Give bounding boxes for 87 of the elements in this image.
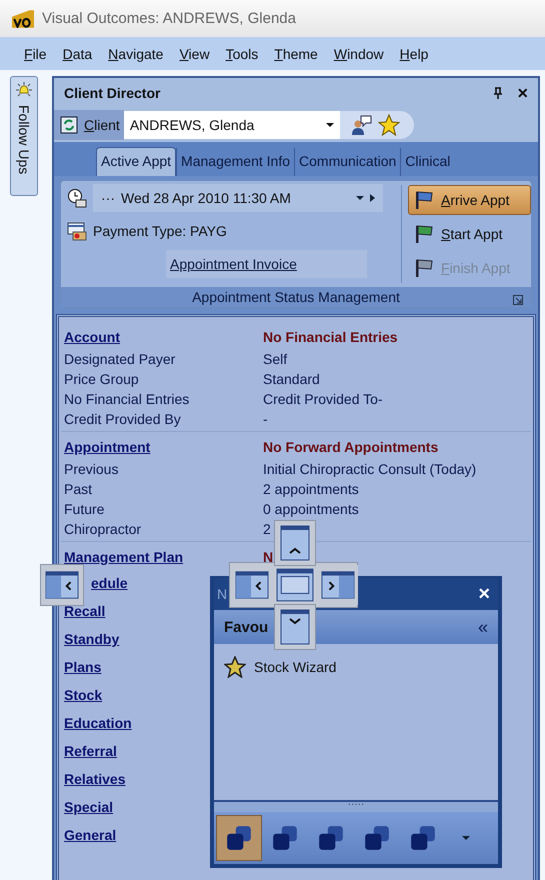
next-arrow-icon[interactable] — [370, 194, 375, 202]
menu-item[interactable]: File — [20, 46, 59, 62]
menu-item[interactable]: Data — [58, 46, 104, 62]
field-value: Initial Chiropractic Consult (Today) — [263, 461, 476, 477]
field-label: Previous — [64, 461, 118, 477]
field-value: 2 — [263, 521, 271, 537]
clock-icon — [67, 188, 87, 208]
splitter-grip[interactable]: ····· — [214, 800, 498, 812]
stacked-squares-icon — [271, 824, 299, 852]
panel-title: Client Director — [64, 85, 162, 101]
tab[interactable]: Management Info — [176, 148, 294, 176]
dock-right-button[interactable] — [318, 565, 358, 605]
section-link[interactable]: Standby — [64, 631, 120, 647]
follow-ups-tab[interactable]: Follow Ups — [10, 76, 38, 196]
menu-item[interactable]: View — [175, 46, 222, 62]
menu-item[interactable]: Navigate — [104, 46, 176, 62]
section-link[interactable]: Recall — [64, 603, 106, 619]
menu-item[interactable]: Tools — [222, 46, 270, 62]
section-link[interactable]: Account — [64, 329, 120, 345]
menu-item[interactable]: Window — [330, 46, 396, 62]
caret-icon[interactable] — [462, 836, 470, 840]
payment-type: Payment Type: PAYG — [93, 222, 227, 238]
section-link[interactable]: Special — [64, 799, 114, 815]
follow-ups-label: Follow Ups — [16, 105, 32, 174]
collapse-button[interactable]: « — [478, 616, 488, 638]
dialog-launcher-icon[interactable] — [513, 295, 523, 305]
stacked-squares-icon — [225, 824, 253, 852]
section-link[interactable]: Plans — [64, 659, 102, 675]
client-label: Client — [84, 117, 120, 133]
pin-icon[interactable] — [493, 87, 504, 99]
payment-card-icon — [67, 220, 87, 240]
star-icon[interactable] — [378, 114, 400, 136]
bell-icon — [15, 81, 33, 99]
field-label: Price Group — [64, 371, 139, 387]
tab[interactable]: Active Appt — [96, 147, 176, 176]
menu-item[interactable]: Theme — [270, 46, 330, 62]
caret-icon — [326, 123, 334, 127]
field-label: Future — [64, 501, 104, 517]
field-label: Designated Payer — [64, 351, 176, 367]
section-link[interactable]: Stock — [64, 687, 102, 703]
date-picker[interactable]: ··· Wed 28 Apr 2010 11:30 AM — [93, 184, 383, 212]
favourites-title: Favou — [224, 618, 270, 636]
section-link[interactable]: Management Plan — [64, 549, 184, 565]
field-value: 2 appointments — [263, 481, 359, 497]
field-label: Past — [64, 481, 92, 497]
star-icon — [224, 656, 246, 678]
menu-item[interactable]: Help — [396, 46, 440, 62]
stacked-squares-icon — [409, 824, 437, 852]
field-label: Credit Provided By — [64, 411, 181, 427]
action-button[interactable]: Arrive Appt — [408, 185, 531, 215]
section-link[interactable]: Referral — [64, 743, 117, 759]
close-button[interactable]: × — [517, 82, 528, 104]
group-label: Appointment Status Management — [192, 289, 400, 305]
section-link[interactable]: edule — [91, 575, 128, 591]
section-status: No Financial Entries — [263, 329, 398, 345]
dock-bottom-button[interactable] — [274, 604, 316, 650]
person-chat-icon[interactable] — [350, 114, 372, 136]
field-label: No Financial Entries — [64, 391, 190, 407]
section-status: No Forward Appointments — [263, 439, 438, 455]
invoice-link[interactable]: Appointment Invoice — [166, 250, 367, 278]
client-combo[interactable]: ANDREWS, Glenda — [124, 111, 340, 139]
field-value: - — [263, 411, 268, 427]
tab[interactable]: Clinical — [400, 148, 454, 176]
tab[interactable]: Communication — [294, 148, 400, 176]
app-logo-icon — [12, 10, 34, 28]
close-button[interactable]: × — [478, 582, 490, 606]
window-title: Visual Outcomes: ANDREWS, Glenda — [42, 10, 296, 27]
panel-switch-button[interactable] — [216, 815, 262, 861]
section-status: N — [263, 549, 274, 565]
stacked-squares-icon — [317, 824, 345, 852]
field-value: Self — [263, 351, 288, 367]
section-link[interactable]: General — [64, 827, 116, 843]
refresh-icon[interactable] — [60, 116, 78, 134]
dock-left-button[interactable] — [40, 564, 84, 606]
dock-top-button[interactable] — [274, 520, 316, 566]
field-value: Standard — [263, 371, 320, 387]
field-label: Chiropractor — [64, 521, 142, 537]
field-value: 0 appointments — [263, 501, 359, 517]
floating-panel-title: N — [217, 586, 228, 602]
section-link[interactable]: Appointment — [64, 439, 150, 455]
favourite-item[interactable]: Stock Wizard — [224, 656, 488, 678]
caret-icon — [356, 196, 364, 200]
action-button[interactable]: Start Appt — [408, 219, 531, 249]
section-link[interactable]: Relatives — [64, 771, 126, 787]
section-link[interactable]: Education — [64, 715, 132, 731]
field-value: Credit Provided To- — [263, 391, 383, 407]
stacked-squares-icon — [363, 824, 391, 852]
